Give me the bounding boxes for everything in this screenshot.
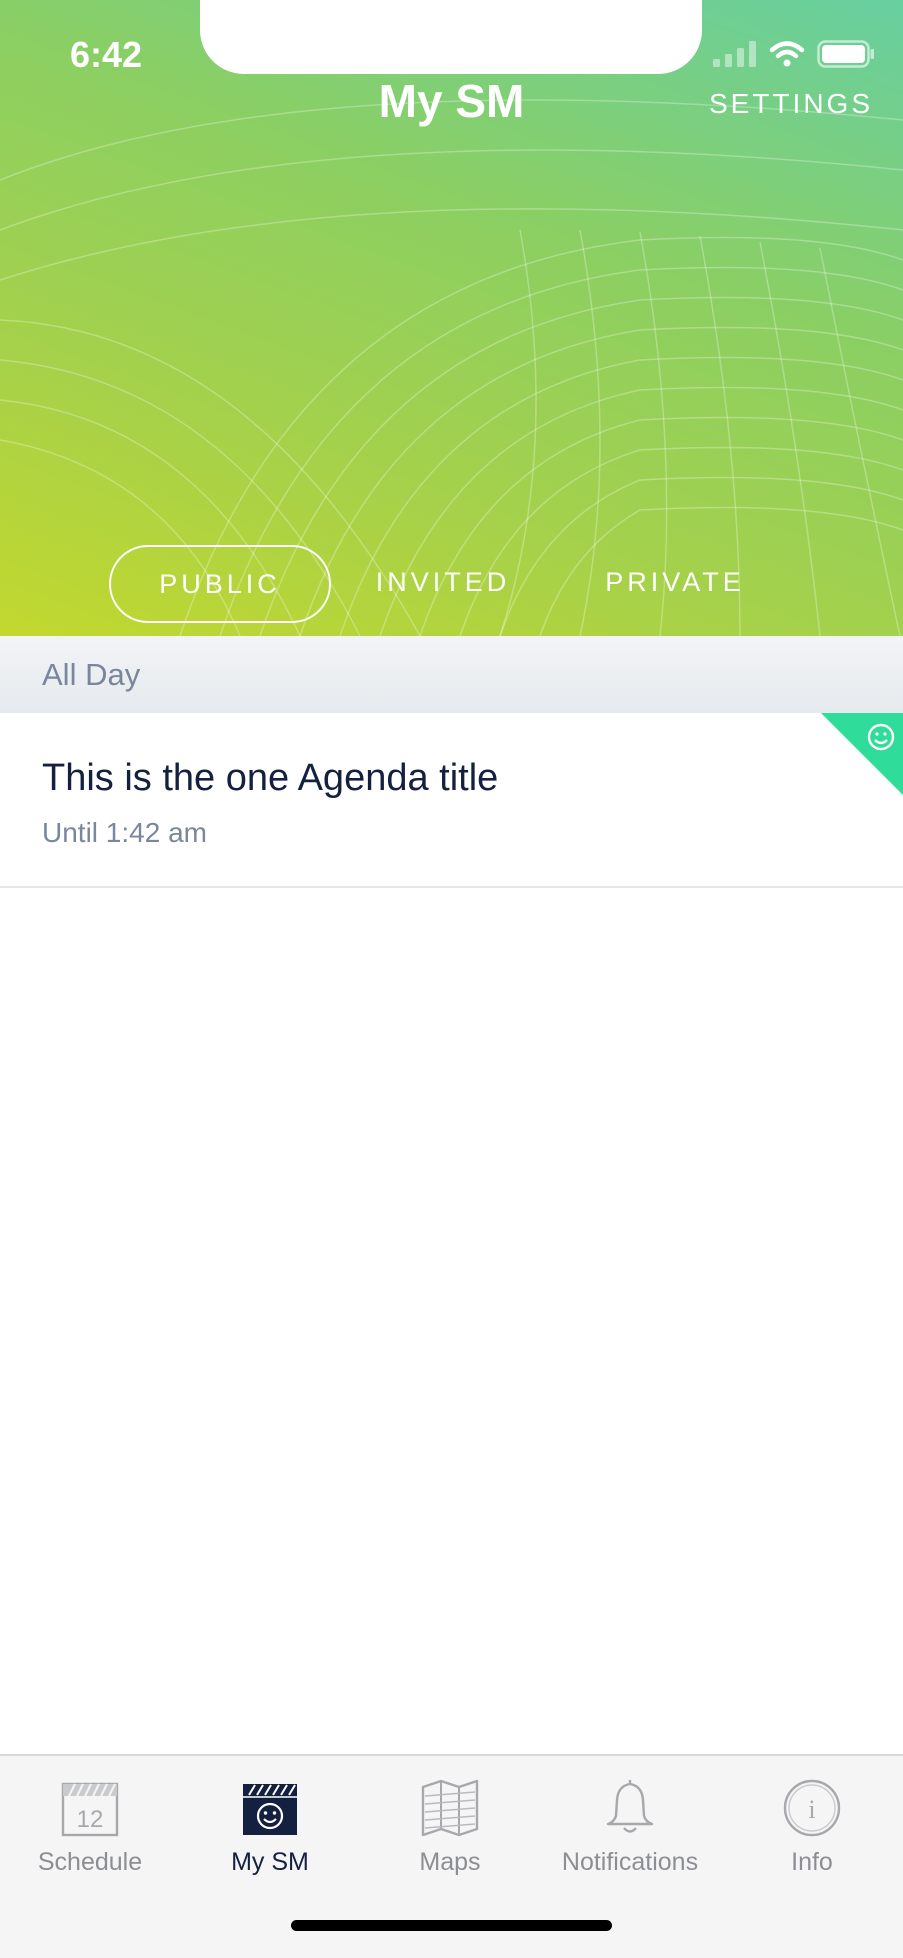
status-time: 6:42 [70,34,143,75]
tab-bar: 12 Schedule My SM Maps Notifications i I… [0,1754,903,1958]
tab-label: Schedule [37,1848,143,1876]
settings-button[interactable]: SETTINGS [709,88,873,120]
header-banner: 6:42 My SM SETTINGS PUBLIC INVITED PRIVA… [0,0,903,636]
wifi-icon [769,41,805,67]
svg-text:i: i [808,1795,815,1824]
battery-icon [817,40,874,68]
cellular-signal-icon [713,41,756,67]
map-icon [421,1779,479,1837]
public-corner-badge [821,713,903,795]
agenda-list-item[interactable]: This is the one Agenda title Until 1:42 … [0,713,903,888]
tab-schedule[interactable]: 12 Schedule [0,1774,180,1877]
tab-notifications[interactable]: Notifications [540,1774,720,1877]
bell-icon [606,1780,654,1833]
agenda-item-time: Until 1:42 am [42,817,207,848]
section-header-all-day: All Day [0,636,903,713]
agenda-item-title: This is the one Agenda title [42,757,499,799]
segment-public[interactable]: PUBLIC [109,545,331,623]
tab-info[interactable]: i Info [722,1774,902,1877]
svg-text:12: 12 [77,1806,104,1833]
info-icon: i [783,1779,841,1837]
tab-my-sm[interactable]: My SM [180,1774,360,1877]
device-notch [200,0,702,74]
tab-label: Notifications [561,1848,699,1876]
tab-maps[interactable]: Maps [360,1774,540,1877]
home-indicator [291,1920,612,1931]
tab-label: Info [791,1848,833,1876]
tab-label: Maps [419,1848,481,1876]
tab-label: My SM [231,1848,309,1876]
status-icons [713,40,875,68]
segment-private[interactable]: PRIVATE [580,545,770,619]
smiley-calendar-icon [243,1784,297,1835]
segment-invited[interactable]: INVITED [350,545,536,619]
calendar-icon: 12 [61,1782,119,1837]
